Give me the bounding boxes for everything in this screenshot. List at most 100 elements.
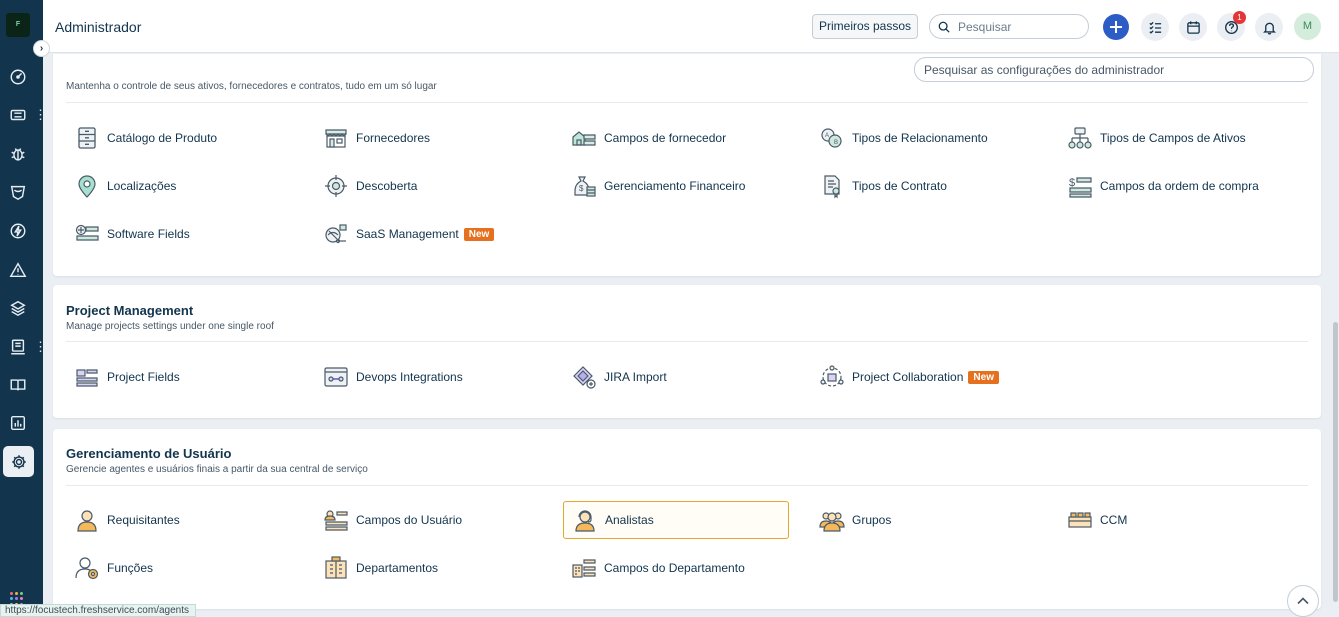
admin-item-label: Catálogo de Produto (107, 131, 218, 145)
admin-item-purchase-order-fields[interactable]: $ Campos da ordem de compra (1059, 167, 1284, 205)
user-avatar[interactable]: M (1294, 13, 1321, 40)
collaboration-icon (819, 364, 845, 390)
admin-item-vendors[interactable]: Fornecedores (315, 119, 540, 157)
admin-item-label: Project Collaboration (852, 370, 964, 384)
page-scrollbar[interactable] (1333, 322, 1338, 602)
assets-icon[interactable] (6, 296, 30, 320)
admin-item-devops-integrations[interactable]: Devops Integrations (315, 358, 540, 396)
contracts-more-icon[interactable]: ⋮ (34, 340, 47, 353)
purchase-order-fields-icon: $ (1067, 173, 1093, 199)
section-subtitle: Manage projects settings under one singl… (66, 321, 274, 332)
admin-item-label: Descoberta (356, 179, 418, 193)
help-badge: 1 (1233, 11, 1246, 24)
tickets-more-icon[interactable]: ⋮ (34, 108, 47, 121)
admin-item-relationship-types[interactable]: BA Tipos de Relacionamento (811, 119, 1036, 157)
admin-content: Mantenha o controle de seus ativos, forn… (43, 54, 1339, 617)
svg-text:$: $ (1069, 177, 1075, 189)
admin-item-label: Campos de fornecedor (604, 131, 727, 145)
agents-icon (572, 507, 598, 533)
vendors-icon (323, 125, 349, 151)
top-header: Administrador Primeiros passos 1 M (43, 0, 1339, 53)
admin-item-asset-types[interactable]: Tipos de Campos de Ativos (1059, 119, 1284, 157)
alerts-icon[interactable] (6, 258, 30, 282)
admin-item-requesters[interactable]: Requisitantes (66, 501, 291, 539)
groups-icon (819, 507, 845, 533)
admin-item-product-catalog[interactable]: Catálogo de Produto (66, 119, 291, 157)
admin-item-label: CCM (1100, 513, 1128, 527)
releases-icon[interactable] (6, 219, 30, 243)
notifications-bell-icon[interactable] (1255, 13, 1283, 41)
admin-settings-search[interactable] (914, 57, 1314, 82)
admin-gear-icon[interactable] (3, 446, 34, 477)
search-input[interactable] (958, 19, 1083, 35)
admin-item-discovery[interactable]: Descoberta (315, 167, 540, 205)
card-divider (66, 341, 1308, 342)
admin-item-groups[interactable]: Grupos (811, 501, 1036, 539)
admin-item-user-fields[interactable]: Campos do Usuário (315, 501, 540, 539)
project-fields-icon (74, 364, 100, 390)
collapse-nav-button[interactable]: › (33, 40, 50, 57)
admin-item-label: Tipos de Relacionamento (852, 131, 988, 145)
vendor-fields-icon (571, 125, 597, 151)
card-divider (66, 485, 1308, 486)
admin-item-locations[interactable]: Localizações (66, 167, 291, 205)
admin-item-label: Funções (107, 561, 154, 575)
search-icon (938, 21, 950, 33)
admin-item-saas-management[interactable]: SaaS Management New (315, 215, 540, 253)
admin-item-label: Tipos de Contrato (852, 179, 947, 193)
reports-icon[interactable] (6, 411, 30, 435)
admin-item-project-fields[interactable]: Project Fields (66, 358, 291, 396)
location-pin-icon (74, 173, 100, 199)
admin-item-software-fields[interactable]: Software Fields (66, 215, 291, 253)
changes-icon[interactable] (6, 180, 30, 204)
freshservice-logo[interactable]: F (6, 13, 30, 37)
scroll-to-top-button[interactable] (1287, 585, 1319, 617)
admin-item-jira-import[interactable]: JIRA Import (563, 358, 788, 396)
relationship-types-icon: BA (819, 125, 845, 151)
admin-item-label: Grupos (852, 513, 892, 527)
svg-text:B: B (834, 140, 838, 146)
admin-item-department-fields[interactable]: Campos do Departamento (563, 549, 788, 587)
new-tag: New (463, 227, 495, 241)
project-management-card: Project Management Manage projects setti… (53, 285, 1321, 418)
admin-item-departments[interactable]: Departamentos (315, 549, 540, 587)
admin-item-ccm[interactable]: CCM (1059, 501, 1284, 539)
admin-search-input[interactable] (924, 58, 1304, 81)
department-fields-icon (571, 555, 597, 581)
saas-management-icon (323, 221, 349, 247)
admin-item-label: Campos do Usuário (356, 513, 463, 527)
todo-list-icon[interactable] (1141, 13, 1169, 41)
admin-item-label: Tipos de Campos de Ativos (1100, 131, 1246, 145)
section-title: Gerenciamento de Usuário (66, 446, 232, 461)
admin-item-label: Localizações (107, 179, 177, 193)
admin-item-roles[interactable]: Funções (66, 549, 291, 587)
add-new-button[interactable] (1103, 14, 1129, 40)
global-search[interactable] (929, 14, 1089, 39)
section-subtitle: Gerencie agentes e usuários finais a par… (66, 464, 368, 475)
asset-types-icon (1067, 125, 1093, 151)
chevron-up-icon (1297, 597, 1309, 605)
collapse-glyph: › (39, 43, 44, 54)
tickets-icon[interactable] (6, 103, 30, 127)
left-navigation: F ⋮ ⋮ (0, 0, 47, 617)
roles-icon (74, 555, 100, 581)
admin-item-finance[interactable]: $ Gerenciamento Financeiro (563, 167, 788, 205)
admin-item-contract-types[interactable]: Tipos de Contrato (811, 167, 1036, 205)
ccm-icon (1067, 507, 1093, 533)
admin-item-vendor-fields[interactable]: Campos de fornecedor (563, 119, 788, 157)
problems-icon[interactable] (6, 142, 30, 166)
solutions-icon[interactable] (6, 373, 30, 397)
admin-item-label: Devops Integrations (356, 370, 463, 384)
user-fields-icon (323, 507, 349, 533)
admin-item-label: Analistas (605, 513, 654, 527)
contracts-icon[interactable] (6, 335, 30, 359)
devops-icon (323, 364, 349, 390)
assets-subtitle: Mantenha o controle de seus ativos, forn… (66, 81, 437, 92)
user-management-card: Gerenciamento de Usuário Gerencie agente… (53, 429, 1321, 609)
admin-item-label: SaaS Management (356, 227, 459, 241)
admin-item-project-collaboration[interactable]: Project Collaboration New (811, 358, 1036, 396)
dashboard-icon[interactable] (6, 65, 30, 89)
calendar-icon[interactable] (1179, 13, 1207, 41)
first-steps-button[interactable]: Primeiros passos (812, 14, 918, 39)
admin-item-agents[interactable]: Analistas (563, 501, 789, 539)
